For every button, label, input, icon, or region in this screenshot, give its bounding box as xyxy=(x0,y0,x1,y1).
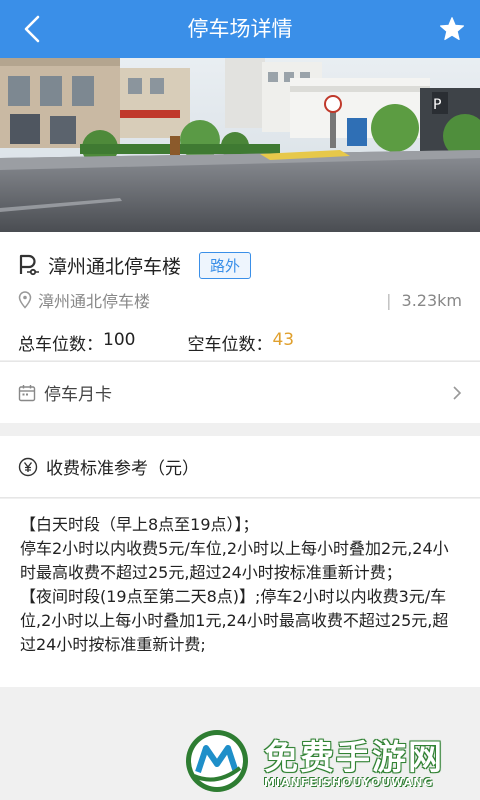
lot-distance: 3.23km xyxy=(386,291,462,310)
watermark-text-cn: 免费手游网 xyxy=(264,738,444,778)
favorite-button[interactable] xyxy=(432,10,472,48)
monthly-card-row[interactable]: 停车月卡 xyxy=(0,361,480,423)
app-header: 停车场详情 xyxy=(0,0,480,58)
chevron-right-icon xyxy=(453,385,462,400)
fee-section-header: 收费标准参考（元） xyxy=(0,436,480,498)
total-spaces-value: 100 xyxy=(103,330,136,350)
lot-address: 漳州通北停车楼 xyxy=(38,292,151,311)
star-icon xyxy=(439,17,465,41)
calendar-icon xyxy=(18,384,36,401)
yen-icon xyxy=(18,457,38,476)
watermark-logo xyxy=(186,730,248,792)
monthly-card-label: 停车月卡 xyxy=(44,385,112,405)
page-title: 停车场详情 xyxy=(187,17,293,41)
watermark-text-en: MIANFEISHOUYOUWANG xyxy=(264,776,434,789)
total-spaces-label: 总车位数： xyxy=(18,335,103,355)
free-spaces-value: 43 xyxy=(272,330,295,350)
lot-name-row: 漳州通北停车楼 路外 xyxy=(18,250,252,280)
parking-lot-photo: P xyxy=(0,58,480,232)
free-spaces-label: 空车位数： xyxy=(187,335,273,355)
svg-text:P: P xyxy=(433,97,441,113)
fee-daytime-heading: 【白天时段（早上8点至19点）】； xyxy=(20,515,259,534)
lot-type-badge: 路外 xyxy=(199,251,252,279)
fee-night-detail: 【夜间时段(19点至第二天8点)】;停车2小时以内收费3元/车位,2小时以上每小… xyxy=(20,587,449,654)
location-pin-icon xyxy=(18,291,32,309)
fee-description: 【白天时段（早上8点至19点）】； 停车2小时以内收费5元/车位,2小时以上每小… xyxy=(0,499,480,687)
fee-section-title: 收费标准参考（元） xyxy=(46,459,199,479)
site-watermark: 免费手游网 MIANFEISHOUYOUWANG xyxy=(184,728,474,798)
fee-daytime-detail: 停车2小时以内收费5元/车位,2小时以上每小时叠加2元,24小时最高收费不超过2… xyxy=(20,539,449,582)
space-count-row: 总车位数： 100 空车位数： 43 xyxy=(18,330,294,355)
lot-info-panel: 漳州通北停车楼 路外 漳州通北停车楼 3.23km 总车位数： 100 空车位数… xyxy=(0,232,480,360)
lot-name: 漳州通北停车楼 xyxy=(48,255,182,278)
parking-icon xyxy=(19,254,39,276)
lot-address-row: 漳州通北停车楼 3.23km xyxy=(18,288,462,312)
